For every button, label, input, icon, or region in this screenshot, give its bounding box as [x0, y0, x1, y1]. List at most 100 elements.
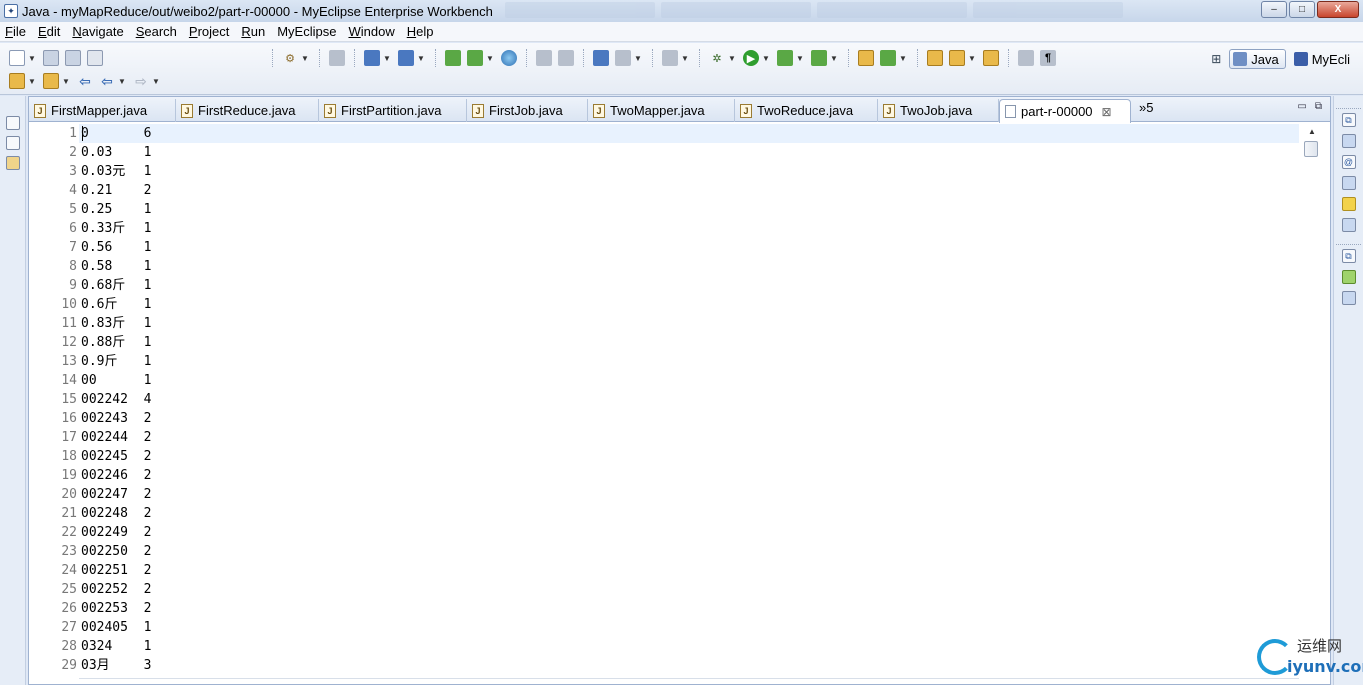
- tab-firstjob[interactable]: J FirstJob.java: [467, 99, 588, 122]
- maximize-button[interactable]: □: [1289, 1, 1315, 18]
- perspective-myeclipse-button[interactable]: MyEcli: [1290, 49, 1357, 69]
- minimize-view-icon[interactable]: ▭: [1297, 101, 1306, 112]
- outline-icon[interactable]: [1341, 291, 1356, 305]
- debug-icon[interactable]: ✲: [709, 50, 725, 66]
- server-icon[interactable]: ⚙: [282, 50, 298, 66]
- menu-help[interactable]: Help: [402, 24, 441, 39]
- restore-icon[interactable]: ⧉: [1341, 113, 1356, 127]
- javadoc-icon[interactable]: @: [1341, 155, 1356, 169]
- image-icon[interactable]: [593, 50, 609, 66]
- chevron-down-icon[interactable]: ▼: [681, 54, 689, 63]
- chevron-down-icon[interactable]: ▼: [899, 54, 907, 63]
- refresh-icon[interactable]: [558, 50, 574, 66]
- chevron-down-icon[interactable]: ▼: [634, 54, 642, 63]
- open-task-icon[interactable]: [983, 50, 999, 66]
- text-caret: [82, 126, 83, 141]
- hierarchy-icon[interactable]: [5, 156, 20, 170]
- external-tools-icon[interactable]: [811, 50, 827, 66]
- search-icon[interactable]: [398, 50, 414, 66]
- close-button[interactable]: X: [1317, 1, 1359, 18]
- text-editor[interactable]: 10 6 2 0.03 1 3 0.03元 1 4 0.21 2 5 0.25 1 6 0.33斤 …: [29, 123, 1299, 684]
- declaration-icon[interactable]: [1341, 176, 1356, 190]
- line-number: 29: [61, 658, 77, 673]
- menu-run[interactable]: Run: [236, 24, 272, 39]
- scroll-up-icon[interactable]: ▲: [1308, 127, 1316, 136]
- restore-icon[interactable]: [5, 116, 20, 130]
- chevron-down-icon[interactable]: ▼: [383, 54, 391, 63]
- tab-twomapper[interactable]: J TwoMapper.java: [588, 99, 735, 122]
- camera-icon[interactable]: [662, 50, 678, 66]
- tab-firstreduce[interactable]: J FirstReduce.java: [176, 99, 319, 122]
- menu-search[interactable]: Search: [131, 24, 184, 39]
- editor-line: 19 002246 2: [29, 466, 1299, 485]
- chevron-down-icon[interactable]: ▼: [968, 54, 976, 63]
- chevron-down-icon[interactable]: ▼: [28, 77, 36, 86]
- tab-firstpartition[interactable]: J FirstPartition.java: [319, 99, 467, 122]
- problems-icon[interactable]: [1341, 134, 1356, 148]
- chevron-down-icon[interactable]: ▼: [62, 77, 70, 86]
- new-package-icon[interactable]: [858, 50, 874, 66]
- chevron-down-icon[interactable]: ▼: [417, 54, 425, 63]
- menu-file[interactable]: File: [0, 24, 33, 39]
- line-text: 002252 2: [81, 582, 152, 597]
- close-tab-icon[interactable]: ⊠: [1102, 105, 1112, 119]
- pencil-icon[interactable]: [949, 50, 965, 66]
- new-class-icon[interactable]: [880, 50, 896, 66]
- tab-overflow-button[interactable]: »5: [1139, 100, 1153, 115]
- menu-navigate[interactable]: Navigate: [67, 24, 130, 39]
- coverage-icon[interactable]: [777, 50, 793, 66]
- web-icon[interactable]: [615, 50, 631, 66]
- new-icon[interactable]: [9, 50, 25, 66]
- chevron-down-icon[interactable]: ▼: [118, 77, 126, 86]
- menu-project[interactable]: Project: [184, 24, 236, 39]
- chevron-down-icon[interactable]: ▼: [486, 54, 494, 63]
- globe-icon[interactable]: [501, 50, 517, 66]
- perspective-java-button[interactable]: Java: [1229, 49, 1286, 69]
- open-type-icon[interactable]: [445, 50, 461, 66]
- toolbar-separator: [848, 49, 849, 67]
- tab-firstmapper[interactable]: J FirstMapper.java: [29, 99, 176, 122]
- maximize-view-icon[interactable]: ⧉: [1315, 101, 1322, 112]
- menu-myeclipse[interactable]: MyEclipse: [272, 24, 343, 39]
- minimize-button[interactable]: –: [1261, 1, 1287, 18]
- next-annotation-icon[interactable]: [9, 73, 25, 89]
- horizontal-scrollbar[interactable]: [79, 678, 1299, 684]
- back-arrow-icon[interactable]: ⇦: [99, 73, 115, 89]
- tab-tworeduce[interactable]: J TwoReduce.java: [735, 99, 878, 122]
- chevron-down-icon[interactable]: ▼: [762, 54, 770, 63]
- build-icon[interactable]: [536, 50, 552, 66]
- chevron-down-icon[interactable]: ▼: [152, 77, 160, 86]
- chevron-down-icon[interactable]: ▼: [28, 54, 36, 63]
- servers-icon[interactable]: [1341, 197, 1356, 211]
- run-icon[interactable]: ▶: [743, 50, 759, 66]
- leaf-icon[interactable]: [1341, 270, 1356, 284]
- chevron-down-icon[interactable]: ▼: [728, 54, 736, 63]
- forward-arrow-icon[interactable]: ⇨: [133, 73, 149, 89]
- last-edit-icon[interactable]: ⇦: [77, 73, 93, 89]
- previous-annotation-icon[interactable]: [43, 73, 59, 89]
- chevron-down-icon[interactable]: ▼: [796, 54, 804, 63]
- chevron-down-icon[interactable]: ▼: [830, 54, 838, 63]
- save-icon[interactable]: [43, 50, 59, 66]
- menu-edit[interactable]: Edit: [33, 24, 67, 39]
- tab-twojob[interactable]: J TwoJob.java: [878, 99, 999, 122]
- print-icon[interactable]: [87, 50, 103, 66]
- open-perspective-icon[interactable]: ⊞: [1207, 50, 1225, 68]
- java-file-icon: J: [34, 103, 46, 118]
- block-select-icon[interactable]: [1018, 50, 1034, 66]
- vertical-scrollbar[interactable]: ▲: [1300, 123, 1330, 684]
- save-all-icon[interactable]: [65, 50, 81, 66]
- console-icon[interactable]: [1341, 218, 1356, 232]
- restore-icon[interactable]: ⧉: [1341, 249, 1356, 263]
- package-explorer-icon[interactable]: [5, 136, 20, 150]
- open-folder-icon[interactable]: [927, 50, 943, 66]
- menu-window[interactable]: Window: [343, 24, 401, 39]
- wand-icon[interactable]: [364, 50, 380, 66]
- line-text: 0.68斤 1: [81, 278, 152, 293]
- tab-part-r-00000[interactable]: part-r-00000 ⊠: [999, 99, 1131, 123]
- open-resource-icon[interactable]: [467, 50, 483, 66]
- deploy-icon[interactable]: [329, 50, 345, 66]
- chevron-down-icon[interactable]: ▼: [301, 54, 309, 63]
- pilcrow-icon[interactable]: ¶: [1040, 50, 1056, 66]
- scrollbar-thumb[interactable]: [1304, 141, 1318, 157]
